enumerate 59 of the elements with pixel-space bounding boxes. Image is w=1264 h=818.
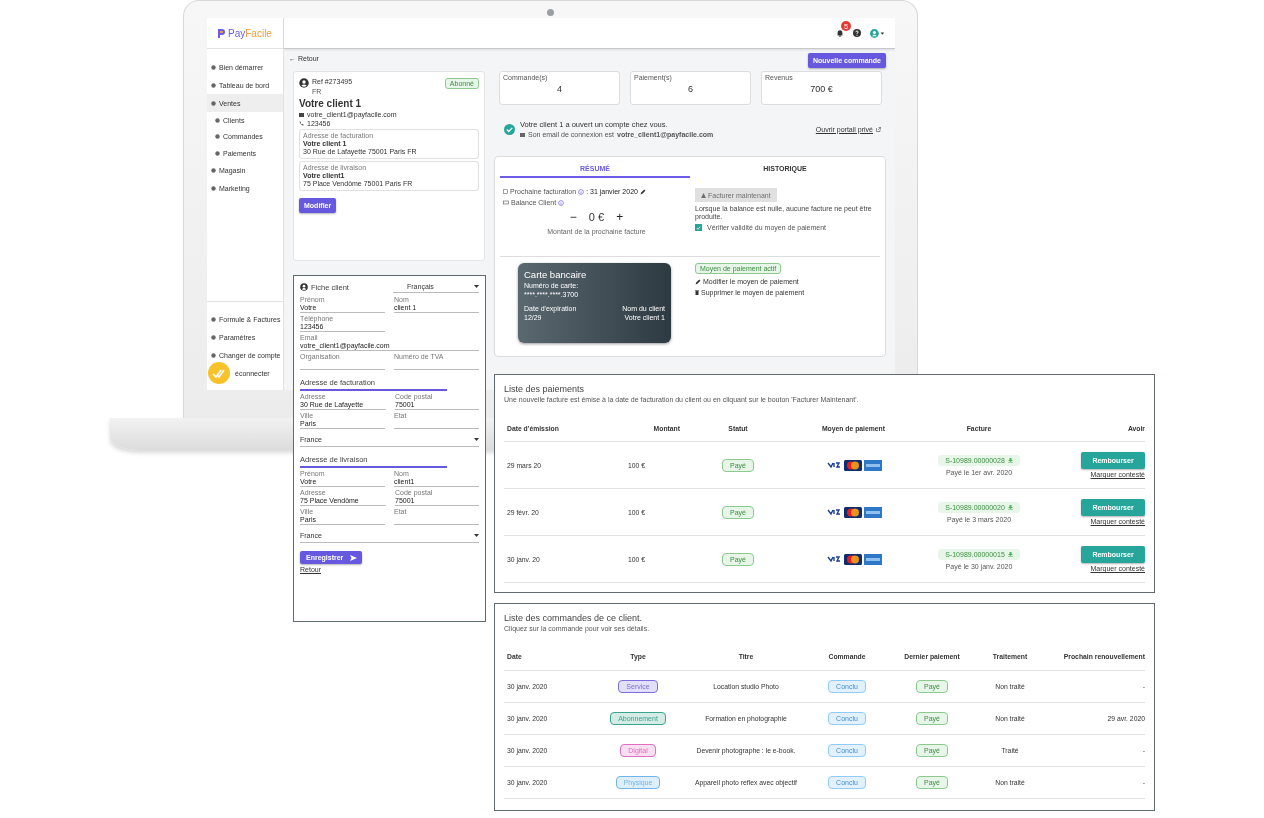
dot-icon <box>215 150 220 156</box>
balance-value: 0 € <box>588 211 605 223</box>
dot-icon <box>211 334 216 340</box>
warning-icon <box>701 192 706 198</box>
help-icon[interactable] <box>853 29 861 37</box>
download-icon <box>1007 551 1013 557</box>
phone-icon <box>299 121 304 126</box>
info-icon <box>578 188 585 195</box>
dot-icon <box>211 64 216 70</box>
account-menu-icon[interactable] <box>870 28 885 38</box>
dot-icon <box>211 168 216 173</box>
calendar-icon <box>503 189 508 194</box>
user-icon <box>300 283 308 291</box>
camera-dot <box>547 9 554 16</box>
dot-icon <box>215 117 220 123</box>
card-brand-icon <box>863 459 882 471</box>
panel-title: Liste des commandes de ce client. <box>504 613 644 623</box>
card-brand-icon <box>863 553 882 565</box>
money-icon <box>503 200 509 205</box>
increase-button[interactable]: + <box>616 210 624 224</box>
download-icon <box>1007 504 1013 510</box>
external-link-icon[interactable] <box>876 126 881 132</box>
card-brand-icon <box>843 459 862 471</box>
pencil-icon[interactable] <box>695 278 701 285</box>
dot-icon <box>211 82 216 88</box>
bell-icon[interactable] <box>836 29 844 37</box>
download-icon <box>1007 457 1013 463</box>
panel-title: Liste des paiements <box>504 384 586 394</box>
decrease-button[interactable]: − <box>569 210 577 224</box>
card-brand-icon <box>825 554 842 564</box>
card-brand-icon <box>825 460 842 470</box>
envelope-icon <box>520 132 525 137</box>
dot-icon <box>211 186 216 191</box>
card-title: Carte bancaire <box>524 269 588 280</box>
card-brand-icon <box>825 507 842 517</box>
dot-icon <box>211 316 216 322</box>
logo-text: PayFacile <box>228 27 272 39</box>
client-name: Votre client 1 <box>299 98 363 109</box>
stat-value: 700 € <box>809 84 834 94</box>
envelope-icon <box>299 112 304 117</box>
checkbox[interactable] <box>695 224 702 232</box>
card-brand-icon <box>863 506 882 518</box>
info-icon <box>558 199 565 206</box>
stat-value: 4 <box>556 84 563 94</box>
caret-icon[interactable] <box>474 438 479 441</box>
caret-icon[interactable] <box>474 285 479 288</box>
stat-value: 6 <box>687 84 694 94</box>
dot-icon <box>211 352 216 358</box>
send-icon <box>350 554 358 561</box>
user-icon <box>299 78 309 88</box>
trash-icon[interactable] <box>695 290 699 295</box>
pencil-icon[interactable] <box>639 188 646 195</box>
caret-icon[interactable] <box>474 534 479 537</box>
card-brand-icon <box>843 553 862 565</box>
logo-icon <box>217 28 225 38</box>
card-brand-icon <box>843 506 862 518</box>
dot-icon <box>215 134 220 140</box>
check-circle-icon <box>504 123 515 135</box>
dot-icon <box>211 100 216 106</box>
